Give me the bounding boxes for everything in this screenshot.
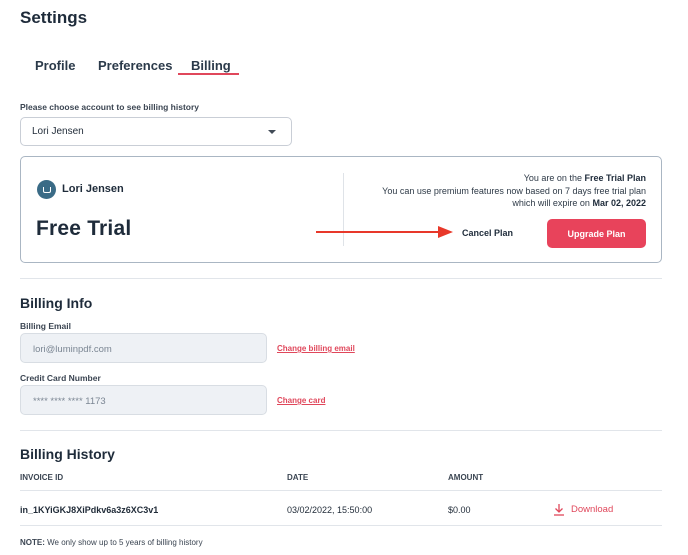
invoice-amount: $0.00 (448, 505, 471, 515)
billing-history-note: NOTE: We only show up to 5 years of bill… (20, 538, 203, 547)
plan-name: Free Trial (36, 217, 132, 240)
column-header-date: DATE (287, 473, 309, 482)
account-select-value: Lori Jensen (32, 126, 84, 137)
table-row-divider (20, 525, 662, 526)
credit-card-label: Credit Card Number (20, 373, 101, 383)
billing-history-title: Billing History (20, 446, 115, 462)
change-card-link[interactable]: Change card (277, 396, 325, 405)
upgrade-plan-button[interactable]: Upgrade Plan (547, 219, 646, 248)
tab-preferences[interactable]: Preferences (98, 58, 172, 73)
plan-card-user-name: Lori Jensen (62, 183, 124, 195)
plan-expiry-prefix: which will expire on (512, 198, 593, 208)
note-text: We only show up to 5 years of billing hi… (44, 538, 203, 547)
download-label: Download (571, 503, 614, 515)
section-divider (20, 278, 662, 279)
tab-profile[interactable]: Profile (35, 58, 75, 73)
billing-email-label: Billing Email (20, 321, 72, 331)
invoice-date: 03/02/2022, 15:50:00 (287, 505, 373, 515)
page-title: Settings (20, 8, 88, 27)
account-select-label: Please choose account to see billing his… (20, 102, 200, 112)
plan-info-description: You can use premium features now based o… (382, 185, 646, 196)
tab-billing[interactable]: Billing (191, 58, 231, 73)
plan-info: You are on the Free Trial Plan You can u… (346, 172, 646, 210)
plan-info-prefix: You are on the (523, 173, 585, 183)
active-tab-indicator (178, 73, 239, 75)
plan-card: Lori Jensen Free Trial You are on the Fr… (20, 156, 662, 263)
billing-info-title: Billing Info (20, 295, 93, 311)
chevron-down-icon (268, 130, 276, 134)
plan-info-plan: Free Trial Plan (584, 173, 646, 183)
table-header-divider (20, 490, 662, 491)
credit-card-field[interactable]: **** **** **** 1173 (20, 385, 267, 415)
note-prefix: NOTE: (20, 538, 45, 547)
change-billing-email-link[interactable]: Change billing email (277, 344, 355, 353)
download-invoice-button[interactable]: Download (553, 502, 613, 516)
billing-email-field[interactable]: lori@luminpdf.com (20, 333, 267, 363)
arrow-right-icon (316, 226, 453, 238)
cancel-plan-button[interactable]: Cancel Plan (462, 228, 513, 238)
avatar-icon (37, 180, 56, 199)
plan-expiry-date: Mar 02, 2022 (592, 198, 646, 208)
account-select[interactable]: Lori Jensen (20, 117, 292, 146)
section-divider (20, 430, 662, 431)
column-header-amount: AMOUNT (448, 473, 484, 482)
download-icon (554, 503, 564, 516)
column-header-invoice-id: INVOICE ID (20, 473, 64, 482)
invoice-id: in_1KYiGKJ8XiPdkv6a3z6XC3v1 (20, 505, 159, 515)
